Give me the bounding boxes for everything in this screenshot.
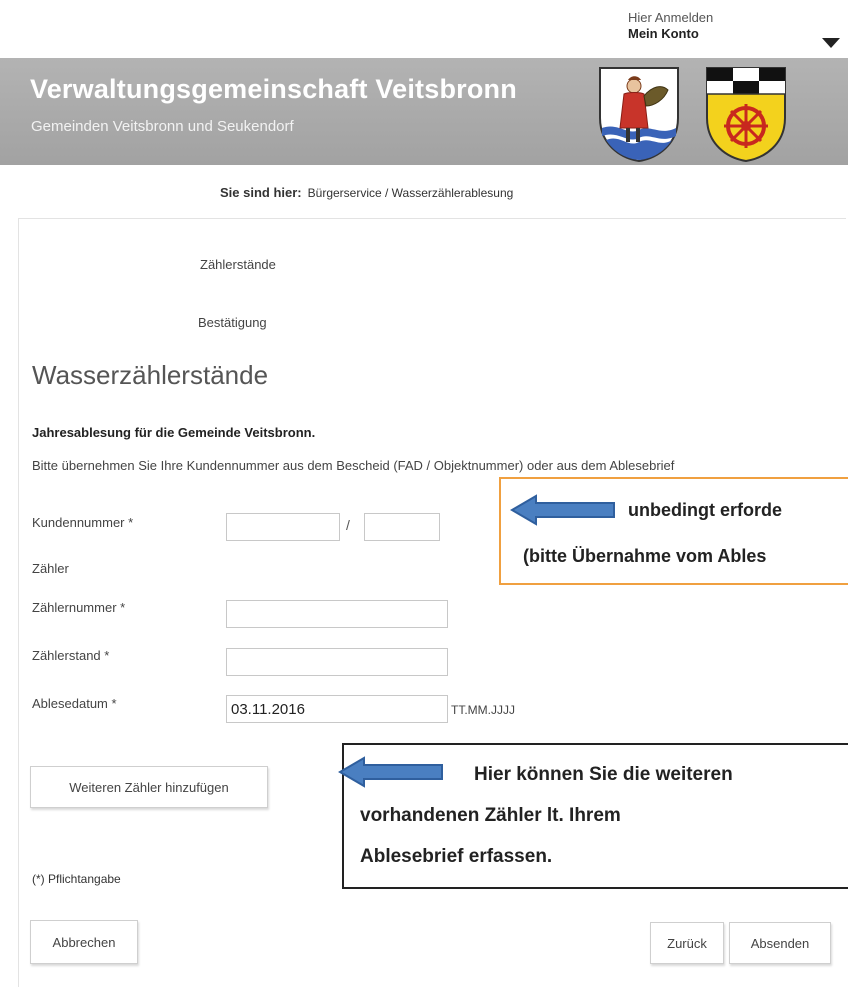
breadcrumb-path[interactable]: Bürgerservice / Wasserzählerablesung xyxy=(308,186,514,200)
form-subtitle: Jahresablesung für die Gemeinde Veitsbro… xyxy=(32,425,316,440)
annotation-required-line2: (bitte Übernahme vom Ables xyxy=(523,546,767,566)
page-title: Wasserzählerstände xyxy=(32,360,269,390)
kundennummer-label: Kundennummer * xyxy=(32,515,134,530)
zaehler-section-label: Zähler xyxy=(32,561,69,576)
back-button[interactable]: Zurück xyxy=(650,922,724,964)
zaehlernummer-input[interactable] xyxy=(226,600,448,628)
caret-down-icon[interactable] xyxy=(822,38,840,48)
site-title[interactable]: Verwaltungsgemeinschaft Veitsbronn xyxy=(30,74,517,105)
form-instructions: Bitte übernehmen Sie Ihre Kundennummer a… xyxy=(32,458,675,473)
annotation-meters-line1: Hier können Sie die weiteren xyxy=(474,764,733,785)
zaehlerstand-label: Zählerstand * xyxy=(32,648,110,663)
kundennummer-separator: / xyxy=(346,517,350,533)
arrow-left-icon xyxy=(510,494,615,526)
site-subtitle: Gemeinden Veitsbronn und Seukendorf xyxy=(31,118,294,135)
cancel-button[interactable]: Abbrechen xyxy=(30,920,138,964)
my-account-link[interactable]: Mein Konto xyxy=(628,26,713,42)
date-format-hint: TT.MM.JJJJ xyxy=(451,703,515,717)
zaehlernummer-label: Zählernummer * xyxy=(32,600,126,615)
login-link[interactable]: Hier Anmelden xyxy=(628,10,713,26)
zaehlerstand-input[interactable] xyxy=(226,648,448,676)
ablesedatum-input[interactable] xyxy=(226,695,448,723)
crest-veitsbronn-icon xyxy=(599,67,679,162)
crest-seukendorf-icon xyxy=(706,67,786,162)
breadcrumb-label: Sie sind hier: xyxy=(220,185,302,200)
annotation-meters-line3: Ablesebrief erfassen. xyxy=(360,846,553,867)
submit-button[interactable]: Absenden xyxy=(729,922,831,964)
step-zaehlerstaende[interactable]: Zählerstände xyxy=(200,257,276,272)
annotation-required-line1: unbedingt erforde xyxy=(628,500,782,520)
required-note: (*) Pflichtangabe xyxy=(32,872,121,886)
kundennummer-part2-input[interactable] xyxy=(364,513,440,541)
step-bestaetigung[interactable]: Bestätigung xyxy=(198,315,267,330)
annotation-meters-line2: vorhandenen Zähler lt. Ihrem xyxy=(360,805,621,826)
kundennummer-part1-input[interactable] xyxy=(226,513,340,541)
ablesedatum-label: Ablesedatum * xyxy=(32,696,117,711)
account-menu[interactable]: Hier Anmelden Mein Konto xyxy=(628,10,713,42)
add-meter-button[interactable]: Weiteren Zähler hinzufügen xyxy=(30,766,268,808)
arrow-left-icon xyxy=(338,756,443,788)
breadcrumb: Sie sind hier: Bürgerservice / Wasserzähl… xyxy=(220,185,513,200)
